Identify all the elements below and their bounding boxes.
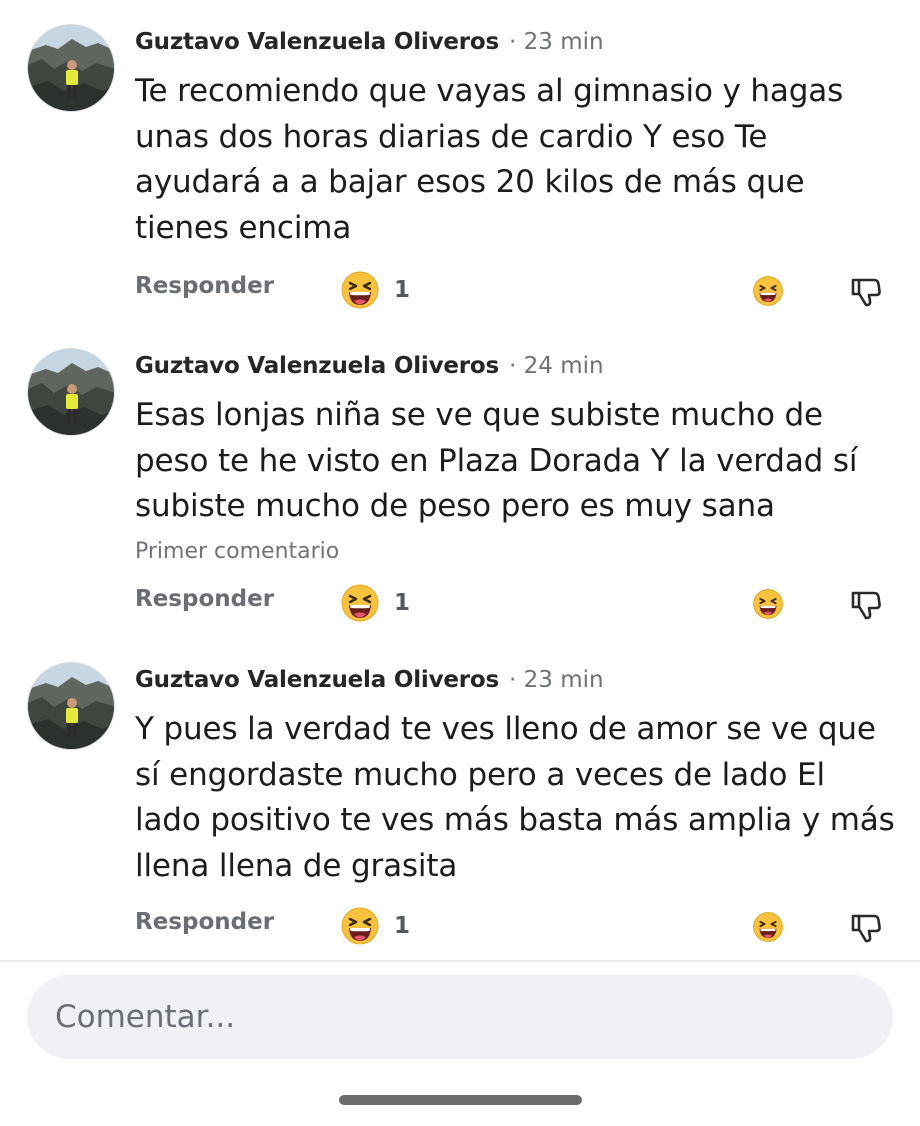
grinning-squinting-emoji-icon: [340, 583, 380, 623]
reaction-summary[interactable]: 1: [340, 583, 410, 623]
react-emoji-icon[interactable]: [751, 587, 785, 621]
home-indicator[interactable]: [339, 1095, 582, 1105]
comment-time: · 23 min: [509, 667, 604, 693]
avatar[interactable]: [27, 24, 115, 112]
comment-author[interactable]: Guztavo Valenzuela Oliveros: [135, 29, 499, 55]
reaction-summary[interactable]: 1: [340, 906, 410, 946]
comment-text: Esas lonjas niña se ve que subiste mucho…: [135, 397, 858, 524]
react-emoji-icon[interactable]: [751, 274, 785, 308]
reaction-summary[interactable]: 1: [340, 270, 410, 310]
comment-input-placeholder[interactable]: Comentar...: [55, 999, 235, 1035]
comment-meta: Guztavo Valenzuela Oliveros · 23 min: [135, 26, 604, 58]
grinning-squinting-emoji-icon: [340, 906, 380, 946]
comment-input[interactable]: Comentar...: [27, 975, 893, 1059]
avatar[interactable]: [27, 662, 115, 750]
comment-text: Te recomiendo que vayas al gimnasio y ha…: [135, 73, 844, 246]
reply-button[interactable]: Responder: [135, 586, 274, 612]
comment-time: · 24 min: [509, 353, 604, 379]
comment-text: Y pues la verdad te ves lleno de amor se…: [135, 711, 895, 884]
reaction-count: 1: [394, 277, 411, 303]
comment-time: · 23 min: [509, 29, 604, 55]
avatar[interactable]: [27, 348, 115, 436]
reply-button[interactable]: Responder: [135, 909, 274, 935]
grinning-squinting-emoji-icon: [340, 270, 380, 310]
reaction-count: 1: [394, 590, 411, 616]
comment-author[interactable]: Guztavo Valenzuela Oliveros: [135, 353, 499, 379]
thumbs-down-icon[interactable]: [849, 274, 883, 308]
thumbs-down-icon[interactable]: [849, 910, 883, 944]
thumbs-down-icon[interactable]: [849, 587, 883, 621]
react-emoji-icon[interactable]: [751, 910, 785, 944]
first-comment-label: Primer comentario: [135, 539, 340, 564]
comment-actions: Responder 1: [0, 270, 920, 310]
reply-button[interactable]: Responder: [135, 273, 274, 299]
comment-actions: Responder 1: [0, 583, 920, 623]
comment-meta: Guztavo Valenzuela Oliveros · 23 min: [135, 664, 604, 696]
composer-divider: [0, 960, 920, 962]
comment-author[interactable]: Guztavo Valenzuela Oliveros: [135, 667, 499, 693]
reaction-count: 1: [394, 913, 411, 939]
comment-meta: Guztavo Valenzuela Oliveros · 24 min: [135, 350, 604, 382]
comment-actions: Responder 1: [0, 906, 920, 946]
